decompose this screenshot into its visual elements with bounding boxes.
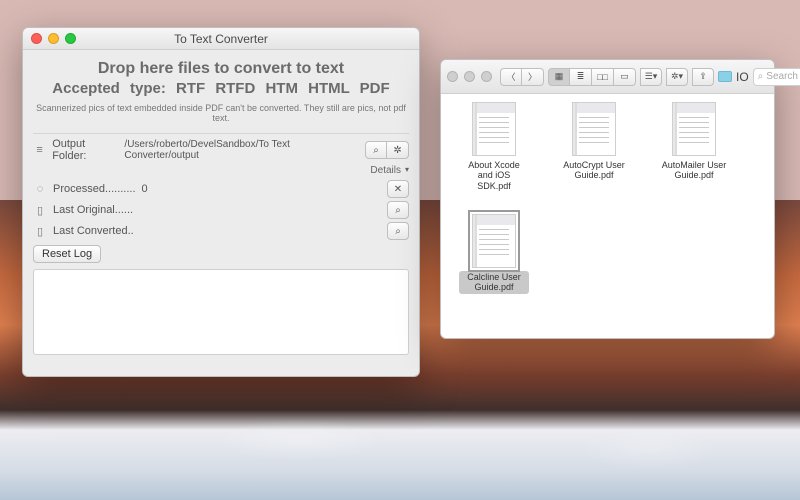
columns-icon: □□ [597,72,608,82]
pdf-document-icon [572,102,616,156]
finder-window: 〈 〉 ▦ ≣ □□ ▭ ☰▾ ✲▾ ⇪ IO [440,59,775,339]
chevron-left-icon: 〈 [506,70,515,83]
magnifier-icon: ⌕ [395,205,401,216]
reveal-converted-button[interactable]: ⌕ [387,222,409,240]
close-icon[interactable] [447,71,458,82]
zoom-icon[interactable] [481,71,492,82]
reset-log-button[interactable]: Reset Log [33,245,101,263]
list-icon: ≣ [577,71,585,82]
titlebar[interactable]: To Text Converter [23,28,419,50]
gear-icon: ✲ [393,145,401,156]
view-list-button[interactable]: ≣ [570,68,592,86]
last-original-label: Last Original...... [53,204,133,216]
arrange-icon: ☰▾ [645,71,658,82]
last-converted-label: Last Converted.. [53,225,134,237]
pdf-note: Scannerized pics of text embedded inside… [33,103,409,123]
close-x-icon: ✕ [394,184,402,195]
action-button[interactable]: ✲▾ [666,68,688,86]
finder-title-text: IO [736,70,749,84]
magnifier-icon: ⌕ [395,226,401,237]
share-button[interactable]: ⇪ [692,68,714,86]
close-icon[interactable] [31,33,42,44]
settings-button[interactable]: ✲ [387,141,409,159]
file-item[interactable]: AutoCrypt User Guide.pdf [559,102,629,192]
view-columns-button[interactable]: □□ [592,68,614,86]
reveal-original-button[interactable]: ⌕ [387,201,409,219]
view-icon-button[interactable]: ▦ [548,68,570,86]
nav-back-forward: 〈 〉 [500,68,544,86]
action-group: ✲▾ [666,68,688,86]
chevron-down-icon[interactable]: ▾ [405,165,409,176]
window-title: To Text Converter [174,32,268,46]
document-icon: ▯ [33,225,47,238]
folder-icon [718,71,732,82]
separator [33,133,409,134]
view-coverflow-button[interactable]: ▭ [614,68,636,86]
arrange-button[interactable]: ☰▾ [640,68,662,86]
nav-back-button[interactable]: 〈 [500,68,522,86]
chevron-right-icon: 〉 [528,70,537,83]
pdf-document-icon [472,214,516,268]
document-icon: ▯ [33,204,47,217]
reveal-output-button[interactable]: ⌕ [365,141,387,159]
grid-icon: ▦ [555,71,564,82]
finder-toolbar: 〈 〉 ▦ ≣ □□ ▭ ☰▾ ✲▾ ⇪ IO [441,60,774,94]
search-input[interactable]: ⌕ Search [753,68,800,86]
pdf-document-icon [672,102,716,156]
details-toggle[interactable]: Details [370,165,401,176]
share-icon: ⇪ [699,71,707,82]
gear-icon: ✲▾ [671,71,683,82]
file-name: Calcline User Guide.pdf [459,271,529,294]
nav-forward-button[interactable]: 〉 [522,68,544,86]
arrange-group: ☰▾ [640,68,662,86]
minimize-icon[interactable] [464,71,475,82]
output-folder-label: Output Folder: [52,138,118,162]
coverflow-icon: ▭ [620,71,629,82]
finder-title: IO [718,70,749,84]
zoom-icon[interactable] [65,33,76,44]
pdf-document-icon [472,102,516,156]
file-name: AutoMailer User Guide.pdf [659,159,729,182]
log-output[interactable] [33,269,409,355]
output-folder-path: /Users/roberto/DevelSandbox/To Text Conv… [124,139,353,161]
file-item[interactable]: Calcline User Guide.pdf [459,214,529,294]
file-name: AutoCrypt User Guide.pdf [559,159,629,182]
magnifier-icon: ⌕ [373,145,379,156]
desktop-wallpaper: To Text Converter Drop here files to con… [0,0,800,500]
file-grid[interactable]: About Xcode and iOS SDK.pdf AutoCrypt Use… [441,94,774,302]
processed-label: Processed.......... [53,183,136,195]
clear-processed-button[interactable]: ✕ [387,180,409,198]
spinner-icon: ◌ [33,183,47,195]
share-group: ⇪ [692,68,714,86]
folder-icon: ≡ [33,144,46,156]
converter-window: To Text Converter Drop here files to con… [22,27,420,377]
processed-count: 0 [142,183,148,195]
file-item[interactable]: AutoMailer User Guide.pdf [659,102,729,192]
drop-heading: Drop here files to convert to text [33,60,409,78]
minimize-icon[interactable] [48,33,59,44]
magnifier-icon: ⌕ [758,71,764,82]
view-mode-group: ▦ ≣ □□ ▭ [548,68,636,86]
file-name: About Xcode and iOS SDK.pdf [459,159,529,192]
search-placeholder: Search [766,71,798,82]
file-item[interactable]: About Xcode and iOS SDK.pdf [459,102,529,192]
accepted-types: Accepted type: RTF RTFD HTM HTML PDF [33,80,409,97]
